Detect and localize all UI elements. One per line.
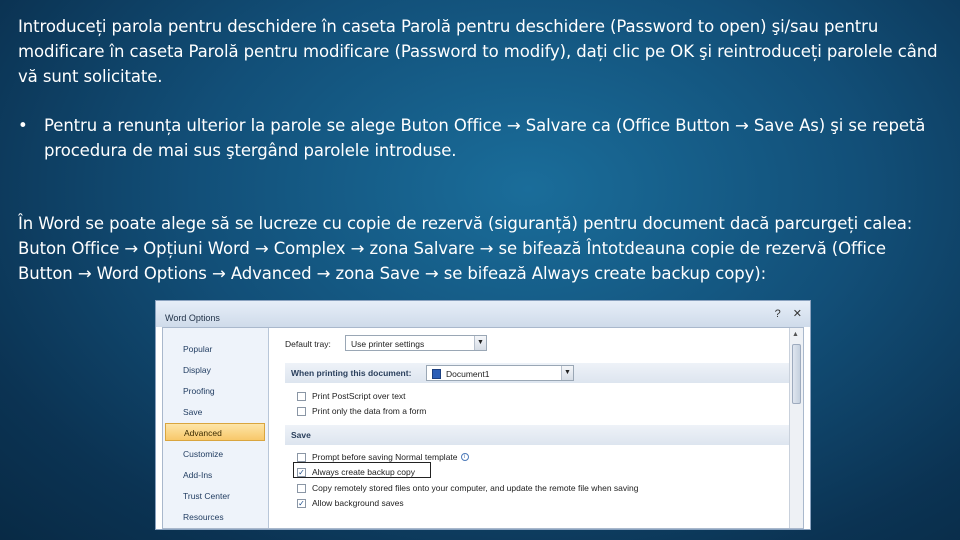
print-postscript-checkbox[interactable] <box>297 391 306 401</box>
advanced-options-content: Default tray: Use printer settings ▼ Whe… <box>285 328 803 528</box>
bullet-item: • Pentru a renunța ulterior la parole se… <box>18 113 942 163</box>
document-icon <box>432 369 441 379</box>
nav-item-add-ins[interactable]: Add-Ins <box>165 466 265 484</box>
bullet-symbol: • <box>18 116 28 135</box>
help-button[interactable]: ? <box>775 309 781 320</box>
background-saves-label: Allow background saves <box>312 498 404 508</box>
default-tray-value: Use printer settings <box>351 339 425 349</box>
background-saves-option[interactable]: ✓ Allow background saves <box>297 497 404 509</box>
chevron-down-icon: ▼ <box>474 336 486 350</box>
print-form-data-label: Print only the data from a form <box>312 406 427 416</box>
copy-remote-files-checkbox[interactable] <box>297 483 306 493</box>
printing-section-label: When printing this document: <box>291 368 412 378</box>
nav-item-customize[interactable]: Customize <box>165 445 265 463</box>
nav-item-trust-center[interactable]: Trust Center <box>165 487 265 505</box>
copy-remote-files-label: Copy remotely stored files onto your com… <box>312 483 639 493</box>
slide-text: Introduceți parola pentru deschidere în … <box>18 14 942 286</box>
dialog-body: Popular Display Proofing Save Advanced C… <box>162 327 804 529</box>
copy-remote-files-option[interactable]: Copy remotely stored files onto your com… <box>297 482 639 494</box>
save-section-label: Save <box>291 430 311 440</box>
options-nav: Popular Display Proofing Save Advanced C… <box>163 328 269 528</box>
print-postscript-option[interactable]: Print PostScript over text <box>297 390 406 402</box>
info-icon: i <box>460 453 469 461</box>
print-form-data-option[interactable]: Print only the data from a form <box>297 405 426 417</box>
dialog-title: Word Options <box>165 313 220 323</box>
printing-document-select[interactable]: Document1 ▼ <box>426 365 574 381</box>
prompt-normal-template-checkbox[interactable] <box>297 452 306 462</box>
nav-item-save[interactable]: Save <box>165 403 265 421</box>
nav-item-advanced[interactable]: Advanced <box>165 423 265 441</box>
print-postscript-label: Print PostScript over text <box>312 391 406 401</box>
backup-highlight-box <box>293 462 431 478</box>
default-tray-label: Default tray: <box>285 339 331 349</box>
options-scrollbar[interactable]: ▲ <box>789 328 803 528</box>
intro-paragraph: Introduceți parola pentru deschidere în … <box>18 17 938 86</box>
window-buttons: ? ✕ <box>775 309 802 320</box>
print-form-data-checkbox[interactable] <box>297 406 306 416</box>
nav-item-proofing[interactable]: Proofing <box>165 382 265 400</box>
background-saves-checkbox[interactable]: ✓ <box>297 498 306 508</box>
save-section-band: Save <box>285 425 803 445</box>
scroll-thumb[interactable] <box>792 344 801 404</box>
printing-document-value: Document1 <box>446 369 490 379</box>
bullet-text: Pentru a renunța ulterior la parole se a… <box>44 116 926 160</box>
close-button[interactable]: ✕ <box>793 309 802 320</box>
word-options-dialog: Word Options ? ✕ Popular Display Proofin… <box>155 300 811 530</box>
nav-item-display[interactable]: Display <box>165 361 265 379</box>
backup-paragraph: În Word se poate alege să se lucreze cu … <box>18 214 913 283</box>
prompt-normal-template-label: Prompt before saving Normal template <box>312 452 458 462</box>
scroll-up-icon[interactable]: ▲ <box>792 331 799 338</box>
default-tray-select[interactable]: Use printer settings ▼ <box>345 335 487 351</box>
chevron-down-icon: ▼ <box>561 366 573 380</box>
nav-item-resources[interactable]: Resources <box>165 508 265 526</box>
dialog-titlebar: Word Options ? ✕ <box>156 301 810 327</box>
nav-item-popular[interactable]: Popular <box>165 340 265 358</box>
